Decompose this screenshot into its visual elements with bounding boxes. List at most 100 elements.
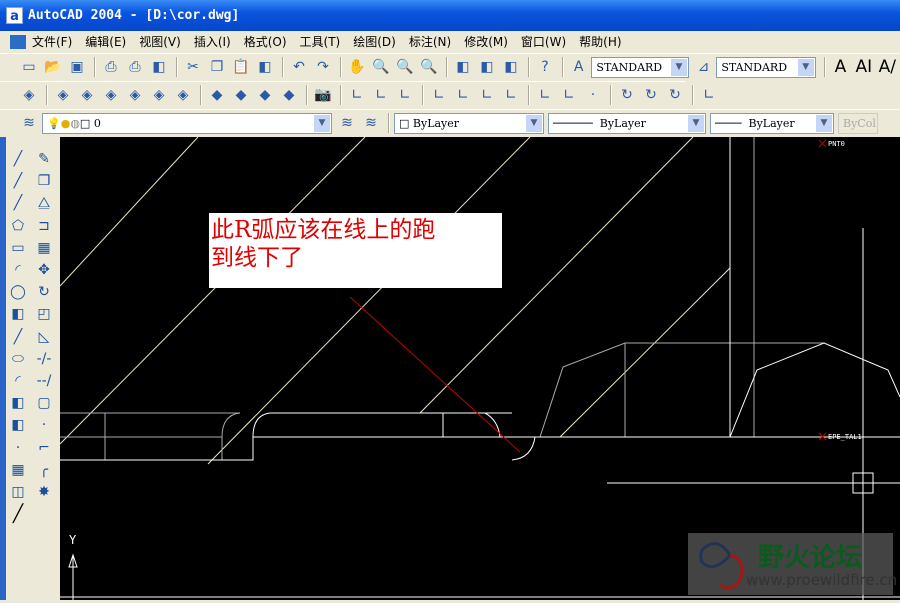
ellipse-icon[interactable]: ⬭ xyxy=(7,349,29,369)
layer-manager-icon[interactable]: ≋ xyxy=(18,112,40,134)
print-icon[interactable]: ⎙ xyxy=(100,56,122,78)
paste-icon[interactable]: 📋 xyxy=(230,56,252,78)
face-ucs-icon[interactable]: ∟ xyxy=(476,84,498,106)
ellipse-arc-icon[interactable]: ◜ xyxy=(7,371,29,391)
display-ucs-icon[interactable]: ∟ xyxy=(370,84,392,106)
extend-icon[interactable]: --/ xyxy=(33,371,55,391)
arc-icon[interactable]: ◜ xyxy=(7,260,29,280)
origin-ucs-icon[interactable]: ∟ xyxy=(534,84,556,106)
linetype-select[interactable]: ────── ByLayer ▼ xyxy=(548,112,706,134)
design-center-icon[interactable]: ◧ xyxy=(452,56,474,78)
zoom-realtime-icon[interactable]: 🔍 xyxy=(370,56,392,78)
make-block-icon[interactable]: ◧ xyxy=(7,415,29,435)
zoom-previous-icon[interactable]: 🔍 xyxy=(418,56,440,78)
text-style-select[interactable]: STANDARD ▼ xyxy=(591,56,689,78)
chevron-down-icon[interactable]: ▼ xyxy=(816,114,832,132)
trim-icon[interactable]: -/- xyxy=(33,349,55,369)
menu-insert[interactable]: 插入(I) xyxy=(194,33,231,50)
document-icon[interactable] xyxy=(10,34,26,49)
layer-select[interactable]: 💡 ● ◍ □ 0 ▼ xyxy=(42,112,332,134)
zaxis-ucs-icon[interactable]: ∟ xyxy=(558,84,580,106)
offset-icon[interactable]: ⊐ xyxy=(33,216,55,236)
nw-iso-icon[interactable]: ◆ xyxy=(278,84,300,106)
break-at-point-icon[interactable]: · xyxy=(33,415,55,435)
fillet-icon[interactable]: ╭ xyxy=(33,460,55,480)
menu-format[interactable]: 格式(O) xyxy=(244,33,287,50)
copy-icon[interactable]: ❐ xyxy=(206,56,228,78)
chevron-down-icon[interactable]: ▼ xyxy=(797,58,814,76)
lightbulb-icon[interactable]: 💡 xyxy=(47,117,61,130)
lineweight-select[interactable]: ──── ByLayer ▼ xyxy=(710,112,834,134)
copy-object-icon[interactable]: ❐ xyxy=(33,171,55,191)
sun-icon[interactable]: ● xyxy=(61,117,71,130)
layer-previous-icon[interactable]: ≋ xyxy=(360,112,382,134)
region-icon[interactable]: ◫ xyxy=(7,482,29,502)
rotate-icon[interactable]: ↻ xyxy=(33,282,55,302)
hatch-icon[interactable]: ▦ xyxy=(7,460,29,480)
polygon-icon[interactable]: ⬠ xyxy=(7,216,29,236)
menu-modify[interactable]: 修改(M) xyxy=(464,33,508,50)
print-preview-icon[interactable]: ⎙ xyxy=(124,56,146,78)
left-view-icon[interactable]: ◈ xyxy=(100,84,122,106)
chevron-down-icon[interactable]: ▼ xyxy=(526,114,542,132)
camera-icon[interactable]: 📷 xyxy=(312,84,334,106)
erase-icon[interactable]: ✎ xyxy=(33,149,55,169)
multiline-text-icon[interactable]: ╱ xyxy=(7,504,29,524)
drawing-canvas[interactable] xyxy=(59,136,900,600)
explode-icon[interactable]: ✸ xyxy=(33,482,55,502)
sw-iso-icon[interactable]: ◆ xyxy=(206,84,228,106)
menu-window[interactable]: 窗口(W) xyxy=(521,33,566,50)
polyline-icon[interactable]: ╱ xyxy=(7,193,29,213)
help-icon[interactable]: ? xyxy=(534,56,556,78)
undo-icon[interactable]: ↶ xyxy=(288,56,310,78)
lock-icon[interactable]: ◍ xyxy=(70,117,80,130)
move-icon[interactable]: ✥ xyxy=(33,260,55,280)
apply-ucs-icon[interactable]: ∟ xyxy=(698,84,720,106)
chevron-down-icon[interactable]: ▼ xyxy=(688,114,704,132)
view-ucs-icon[interactable]: ∟ xyxy=(500,84,522,106)
mirror-icon[interactable]: ⧋ xyxy=(33,193,55,213)
pan-icon[interactable]: ✋ xyxy=(346,56,368,78)
z-rotate-icon[interactable]: ↻ xyxy=(664,84,686,106)
open-icon[interactable]: 📂 xyxy=(42,56,64,78)
menu-file[interactable]: 文件(F) xyxy=(32,33,72,50)
menu-dimension[interactable]: 标注(N) xyxy=(409,33,451,50)
stretch-icon[interactable]: ◺ xyxy=(33,327,55,347)
scale-text-icon[interactable]: A/ xyxy=(877,56,898,78)
world-ucs-icon[interactable]: ∟ xyxy=(428,84,450,106)
chevron-down-icon[interactable]: ▼ xyxy=(670,58,687,76)
circle-icon[interactable]: ◯ xyxy=(7,282,29,302)
x-rotate-icon[interactable]: ↻ xyxy=(616,84,638,106)
revision-cloud-icon[interactable]: ◧ xyxy=(7,304,29,324)
break-icon[interactable]: ▢ xyxy=(33,393,55,413)
front-view-icon[interactable]: ◈ xyxy=(148,84,170,106)
bottom-view-icon[interactable]: ◈ xyxy=(76,84,98,106)
menu-help[interactable]: 帮助(H) xyxy=(579,33,621,50)
color-select[interactable]: □ ByLayer ▼ xyxy=(394,112,544,134)
right-view-icon[interactable]: ◈ xyxy=(124,84,146,106)
se-iso-icon[interactable]: ◆ xyxy=(230,84,252,106)
menu-view[interactable]: 视图(V) xyxy=(139,33,181,50)
menu-edit[interactable]: 编辑(E) xyxy=(85,33,126,50)
edit-text-icon[interactable]: AI xyxy=(853,56,874,78)
ucs-icon[interactable]: ∟ xyxy=(346,84,368,106)
insert-block-icon[interactable]: ◧ xyxy=(7,393,29,413)
tool-palettes-icon[interactable]: ◧ xyxy=(500,56,522,78)
3point-ucs-icon[interactable]: · xyxy=(582,84,604,106)
rectangle-icon[interactable]: ▭ xyxy=(7,238,29,258)
object-ucs-icon[interactable]: ∟ xyxy=(452,84,474,106)
cut-icon[interactable]: ✂ xyxy=(182,56,204,78)
line-icon[interactable]: ╱ xyxy=(7,149,29,169)
point-icon[interactable]: · xyxy=(7,438,29,458)
construction-line-icon[interactable]: ╱ xyxy=(7,171,29,191)
back-view-icon[interactable]: ◈ xyxy=(172,84,194,106)
spline-icon[interactable]: ╱ xyxy=(7,327,29,347)
ne-iso-icon[interactable]: ◆ xyxy=(254,84,276,106)
menu-tools[interactable]: 工具(T) xyxy=(300,33,341,50)
chevron-down-icon[interactable]: ▼ xyxy=(314,114,330,132)
chamfer-icon[interactable]: ⌐ xyxy=(33,438,55,458)
autocad-app-icon[interactable]: a xyxy=(6,7,23,24)
save-icon[interactable]: ▣ xyxy=(66,56,88,78)
redo-icon[interactable]: ↷ xyxy=(312,56,334,78)
array-icon[interactable]: ▦ xyxy=(33,238,55,258)
